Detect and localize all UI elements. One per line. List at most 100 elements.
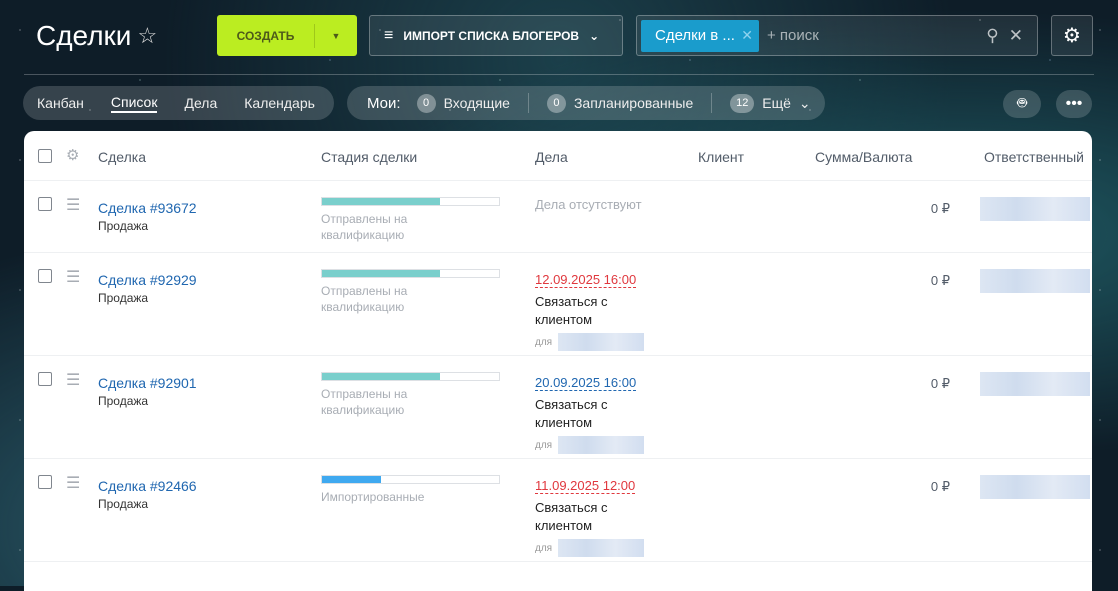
table-row: ☰ Сделка #92901 Продажа Отправлены на ква… [24, 356, 1092, 459]
filter-chip[interactable]: Сделки в ... ✕ [641, 19, 759, 52]
column-sum[interactable]: Сумма/Валюта [815, 149, 912, 165]
divider [711, 93, 713, 113]
deal-link[interactable]: Сделка #93672 [98, 200, 197, 216]
stage-progress-fill [322, 198, 441, 205]
activity-deadline[interactable]: 20.09.2025 16:00 [535, 375, 637, 391]
view-kanban[interactable]: Канбан [37, 95, 84, 111]
settings-button[interactable]: ⚙ [1051, 15, 1093, 56]
deal-type: Продажа [98, 219, 149, 233]
table-row: ☰ Сделка #92929 Продажа Отправлены на ква… [24, 253, 1092, 356]
activity-title[interactable]: Связаться с клиентом [535, 293, 625, 329]
responsible-blurred[interactable] [980, 197, 1090, 221]
chevron-down-icon[interactable]: ▼ [315, 31, 357, 41]
counters-bar: Мои: 0 Входящие 0 Запланированные 12 Ещё ⌄ [347, 86, 825, 120]
robot-icon: 🤖︎ [1017, 95, 1027, 112]
deal-link[interactable]: Сделка #92901 [98, 375, 197, 391]
stage-progress-bar[interactable] [321, 197, 500, 206]
import-bloggers-button[interactable]: ≡ ИМПОРТ СПИСКА БЛОГЕРОВ ⌄ [369, 15, 623, 56]
column-responsible[interactable]: Ответственный [984, 149, 1084, 165]
activity-for: для [535, 333, 645, 351]
no-activities: Дела отсутствуют [535, 197, 642, 212]
column-activities[interactable]: Дела [535, 149, 568, 165]
activity-deadline[interactable]: 11.09.2025 12:00 [535, 478, 636, 494]
contact-blurred[interactable] [558, 539, 645, 557]
table-header: ⚙ Сделка Стадия сделки Дела Клиент Сумма… [24, 131, 1092, 181]
robot-button[interactable]: 🤖︎ [1003, 90, 1041, 118]
deal-link[interactable]: Сделка #92466 [98, 478, 197, 494]
column-client[interactable]: Клиент [698, 149, 744, 165]
for-label: для [535, 439, 553, 451]
row-checkbox[interactable] [38, 475, 52, 489]
counter-badge: 12 [730, 93, 755, 113]
search-icon[interactable]: ⚲ [986, 26, 998, 46]
filter-chip-label: Сделки в ... [655, 27, 735, 44]
chevron-down-icon[interactable]: ⌄ [799, 95, 811, 112]
deal-link[interactable]: Сделка #92929 [98, 272, 197, 288]
deal-type: Продажа [98, 497, 149, 511]
sum-value: 0 ₽ [930, 273, 950, 288]
responsible-blurred[interactable] [980, 475, 1090, 499]
counter-planned[interactable]: Запланированные [574, 95, 693, 111]
star-icon[interactable]: ☆ [137, 23, 157, 49]
close-icon[interactable]: ✕ [741, 27, 753, 44]
more-button[interactable]: ••• [1056, 90, 1092, 118]
column-deal[interactable]: Сделка [98, 149, 146, 165]
activity-title[interactable]: Связаться с клиентом [535, 396, 625, 432]
view-activities[interactable]: Дела [184, 95, 217, 111]
activity-for: для [535, 436, 645, 454]
more-icon: ••• [1065, 95, 1083, 112]
column-stage[interactable]: Стадия сделки [321, 149, 417, 165]
drag-handle-icon[interactable]: ☰ [66, 473, 80, 493]
drag-handle-icon[interactable]: ☰ [66, 267, 80, 287]
counter-incoming[interactable]: Входящие [444, 95, 510, 111]
deals-table: ⚙ Сделка Стадия сделки Дела Клиент Сумма… [24, 131, 1092, 591]
activity-title[interactable]: Связаться с клиентом [535, 499, 625, 535]
activity-deadline[interactable]: 12.09.2025 16:00 [535, 272, 637, 288]
drag-handle-icon[interactable]: ☰ [66, 195, 80, 215]
filter-icon: ≡ [384, 26, 394, 44]
select-all-checkbox[interactable] [38, 149, 52, 163]
counter-badge: 0 [546, 93, 566, 113]
table-row: ☰ Сделка #92466 Продажа Импортированные 1… [24, 459, 1092, 562]
stage-progress-bar[interactable] [321, 269, 500, 278]
deal-type: Продажа [98, 291, 149, 305]
gear-icon: ⚙ [1063, 25, 1081, 47]
sum-value: 0 ₽ [930, 479, 950, 494]
search-input[interactable]: + поиск [767, 27, 986, 44]
gear-icon[interactable]: ⚙ [66, 146, 79, 164]
stage-label: Отправлены на квалификацию [321, 387, 408, 417]
responsible-blurred[interactable] [980, 269, 1090, 293]
counter-more[interactable]: Ещё [762, 95, 791, 111]
divider [527, 93, 529, 113]
chevron-down-icon: ⌄ [589, 28, 600, 43]
activity-cell: 20.09.2025 16:00 Связаться с клиентом для [535, 374, 645, 454]
divider [24, 74, 1094, 75]
activity-cell: Дела отсутствуют [535, 197, 642, 212]
stage-progress-bar[interactable] [321, 475, 500, 484]
create-button[interactable]: СОЗДАТЬ ▼ [217, 15, 357, 56]
drag-handle-icon[interactable]: ☰ [66, 370, 80, 390]
contact-blurred[interactable] [558, 333, 645, 351]
view-calendar[interactable]: Календарь [244, 95, 315, 111]
stage-progress-bar[interactable] [321, 372, 500, 381]
search-bar[interactable]: Сделки в ... ✕ + поиск ⚲ ✕ [636, 15, 1038, 56]
counters-label: Мои: [367, 94, 401, 112]
stage-progress-fill [322, 373, 441, 380]
for-label: для [535, 336, 553, 348]
for-label: для [535, 542, 553, 554]
row-checkbox[interactable] [38, 269, 52, 283]
row-checkbox[interactable] [38, 372, 52, 386]
stage-progress-fill [322, 476, 381, 483]
deal-type: Продажа [98, 394, 149, 408]
table-row: ☰ Сделка #93672 Продажа Отправлены на ква… [24, 181, 1092, 253]
clear-icon[interactable]: ✕ [1009, 26, 1023, 46]
row-checkbox[interactable] [38, 197, 52, 211]
stage-label: Импортированные [321, 490, 425, 504]
activity-cell: 12.09.2025 16:00 Связаться с клиентом для [535, 271, 645, 351]
view-list[interactable]: Список [110, 94, 158, 113]
responsible-blurred[interactable] [980, 372, 1090, 396]
activity-for: для [535, 539, 645, 557]
page-title: Сделки ☆ [36, 20, 157, 52]
contact-blurred[interactable] [558, 436, 645, 454]
create-label[interactable]: СОЗДАТЬ [217, 23, 315, 48]
